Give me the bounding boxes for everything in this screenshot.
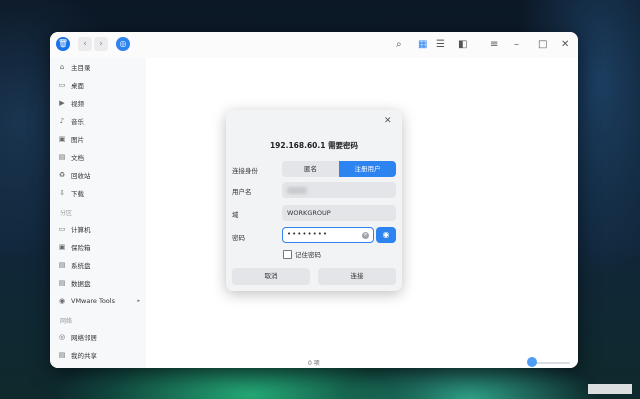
- picture-icon: ▣: [58, 135, 66, 143]
- sidebar-item-trash[interactable]: ♻ 回收站: [58, 168, 91, 182]
- domain-label: 域: [232, 211, 239, 219]
- sidebar-item-label: 数据盘: [71, 280, 91, 288]
- desktop-icon: ▭: [58, 81, 66, 89]
- watermark: [588, 384, 632, 394]
- password-label: 密码: [232, 234, 245, 242]
- sidebar-item-desktop[interactable]: ▭ 桌面: [58, 78, 84, 92]
- preview-pane-icon[interactable]: ◧: [458, 38, 467, 52]
- document-icon: ▤: [58, 153, 66, 161]
- sidebar-item-vault[interactable]: ▣ 保险箱: [58, 240, 91, 254]
- forward-icon: ›: [99, 39, 103, 49]
- download-icon: ⇩: [59, 189, 65, 197]
- sidebar-item-home[interactable]: ⌂ 主目录: [58, 60, 91, 74]
- home-icon: ⌂: [59, 63, 65, 71]
- group-network-label: 网络: [60, 318, 73, 325]
- trash-icon[interactable]: 🗑: [56, 37, 70, 51]
- recycle-icon: ♻: [58, 171, 66, 179]
- anonymous-option[interactable]: 匿名: [282, 161, 339, 177]
- sidebar-item-label: VMware Tools: [71, 297, 115, 305]
- network-icon: ◎: [58, 333, 66, 341]
- connect-as-toggle: 匿名 注册用户: [282, 161, 396, 177]
- sidebar-item-label: 视频: [71, 100, 84, 108]
- music-icon: ♪: [59, 117, 65, 125]
- icon-view-icon[interactable]: ▦: [418, 38, 427, 52]
- show-password-eye-icon[interactable]: ◉: [376, 227, 396, 243]
- maximize-icon[interactable]: □: [538, 38, 547, 52]
- sidebar-item-label: 文档: [71, 154, 84, 162]
- video-icon: ▶: [59, 99, 65, 107]
- network-app-icon[interactable]: ◎: [116, 37, 130, 51]
- titlebar: 🗑 ‹ › ◎ ⌕ ▦ ☰ ◧ ≡ – □ ✕: [50, 32, 578, 58]
- disc-icon: ◉: [58, 297, 66, 305]
- sidebar-item-music[interactable]: ♪ 音乐: [58, 114, 84, 128]
- dialog-title: 192.168.60.1 需要密码: [269, 141, 359, 150]
- dialog-close-icon[interactable]: ✕: [384, 116, 392, 126]
- sidebar-item-network-neighborhood[interactable]: ◎ 网络邻居: [58, 330, 97, 344]
- disk-icon: ▤: [58, 279, 66, 287]
- sidebar-item-computer[interactable]: ▭ 计算机: [58, 222, 91, 236]
- sidebar-item-label: 主目录: [71, 64, 91, 72]
- back-icon: ‹: [83, 39, 87, 49]
- sidebar-item-label: 回收站: [71, 172, 91, 180]
- sidebar-item-data-disk[interactable]: ▤ 数据盘: [58, 276, 91, 290]
- computer-icon: ▭: [58, 225, 66, 233]
- username-value-redacted: [287, 187, 307, 194]
- expand-arrow-icon[interactable]: ▸: [137, 298, 140, 304]
- disk-icon: ▤: [58, 261, 66, 269]
- group-partition-label: 分区: [60, 210, 73, 217]
- sidebar-item-vmware-tools[interactable]: ◉ VMware Tools ▸: [58, 294, 140, 308]
- sidebar-item-label: 音乐: [71, 118, 84, 126]
- sidebar-item-downloads[interactable]: ⇩ 下载: [58, 186, 84, 200]
- domain-field[interactable]: WORKGROUP: [282, 205, 396, 221]
- sidebar-item-label: 保险箱: [71, 244, 91, 252]
- sidebar-item-system-disk[interactable]: ▤ 系统盘: [58, 258, 91, 272]
- password-field[interactable]: ••••••••: [282, 227, 374, 243]
- sidebar-item-label: 下载: [71, 190, 84, 198]
- cancel-button[interactable]: 取消: [232, 268, 310, 285]
- item-count-status: 0 项: [308, 360, 320, 367]
- clear-icon[interactable]: ✕: [362, 232, 369, 239]
- sidebar-item-videos[interactable]: ▶ 视频: [58, 96, 84, 110]
- menu-icon[interactable]: ≡: [490, 38, 498, 52]
- sidebar: ⌂ 主目录 ▭ 桌面 ▶ 视频 ♪ 音乐 ▣ 图片 ▤ 文档 ♻ 回收站 ⇩ 下载 分区 ▭ 计算…: [50, 58, 146, 368]
- search-icon[interactable]: ⌕: [396, 38, 402, 52]
- sidebar-item-label: 系统盘: [71, 262, 91, 270]
- zoom-slider-handle[interactable]: [527, 357, 537, 367]
- back-button[interactable]: ‹: [78, 37, 92, 51]
- sidebar-item-my-shares[interactable]: ▤ 我的共享: [58, 348, 97, 362]
- close-icon[interactable]: ✕: [561, 38, 569, 52]
- sidebar-item-label: 图片: [71, 136, 84, 144]
- remember-password-checkbox[interactable]: [283, 250, 292, 259]
- sidebar-item-label: 桌面: [71, 82, 84, 90]
- minimize-icon[interactable]: –: [514, 38, 519, 52]
- connect-as-label: 连接身份: [232, 167, 258, 175]
- sidebar-item-label: 网络邻居: [71, 334, 97, 342]
- registered-user-option[interactable]: 注册用户: [339, 161, 396, 177]
- password-dialog: ✕ 192.168.60.1 需要密码 连接身份 匿名 注册用户 用户名 域 W…: [226, 110, 402, 291]
- vault-icon: ▣: [58, 243, 66, 251]
- username-label: 用户名: [232, 188, 252, 196]
- sidebar-item-label: 计算机: [71, 226, 91, 234]
- remember-password-label: 记住密码: [295, 251, 321, 259]
- list-view-icon[interactable]: ☰: [436, 38, 445, 52]
- forward-button[interactable]: ›: [94, 37, 108, 51]
- share-icon: ▤: [58, 351, 66, 359]
- connect-button[interactable]: 连接: [318, 268, 396, 285]
- sidebar-item-label: 我的共享: [71, 352, 97, 360]
- sidebar-item-pictures[interactable]: ▣ 图片: [58, 132, 84, 146]
- sidebar-item-documents[interactable]: ▤ 文档: [58, 150, 84, 164]
